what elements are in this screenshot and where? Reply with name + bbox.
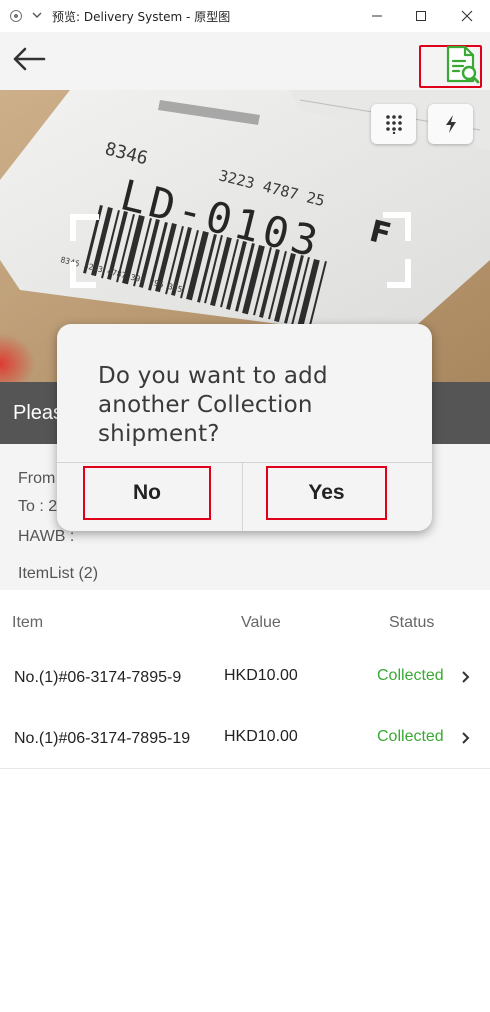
close-icon: [461, 10, 473, 22]
itemlist-label: ItemList (2): [18, 565, 99, 582]
row-status: Collected: [377, 667, 444, 684]
dialog-message: Do you want to add another Collection sh…: [98, 363, 328, 447]
window-radio-icon[interactable]: [10, 10, 22, 22]
row-item: No.(1)#06-3174-7895-9: [14, 669, 182, 686]
keypad-button[interactable]: [371, 104, 416, 144]
document-search-icon: [446, 45, 480, 84]
window-title: 预览: Delivery System - 原型图: [52, 10, 231, 24]
flash-button[interactable]: [428, 104, 473, 144]
chevron-down-icon[interactable]: [31, 8, 43, 22]
to-label: To : 2: [18, 498, 58, 515]
document-search-button[interactable]: [419, 45, 482, 88]
row-item: No.(1)#06-3174-7895-19: [14, 730, 191, 747]
keypad-icon: [385, 115, 402, 134]
table-row[interactable]: No.(1)#06-3174-7895-9 HKD10.00 Collected: [0, 644, 490, 708]
table-row[interactable]: No.(1)#06-3174-7895-19 HKD10.00 Collecte…: [0, 705, 490, 769]
window-titlebar: 预览: Delivery System - 原型图: [0, 0, 490, 32]
flash-icon: [445, 115, 456, 133]
no-button[interactable]: No: [83, 466, 211, 520]
chevron-right-icon[interactable]: [461, 731, 471, 745]
from-label: From: [18, 470, 56, 487]
column-header-item: Item: [12, 614, 44, 631]
column-header-status: Status: [389, 614, 435, 631]
app-header: [0, 32, 490, 90]
row-value: HKD10.00: [224, 728, 298, 745]
row-value: HKD10.00: [224, 667, 298, 684]
maximize-icon: [416, 11, 426, 21]
row-status: Collected: [377, 728, 444, 745]
dialog-button-divider: [242, 463, 243, 531]
chevron-right-icon[interactable]: [461, 670, 471, 684]
arrow-left-icon[interactable]: [10, 44, 48, 74]
table-header: Item Value Status: [0, 590, 490, 652]
minimize-button[interactable]: [354, 0, 400, 32]
banner-text: Pleas: [13, 402, 64, 424]
yes-button[interactable]: Yes: [266, 466, 387, 520]
maximize-button[interactable]: [398, 0, 444, 32]
confirm-dialog: Do you want to add another Collection sh…: [57, 324, 432, 531]
close-button[interactable]: [444, 0, 490, 32]
minimize-icon: [372, 15, 382, 17]
hawb-label: HAWB :: [18, 528, 75, 545]
dialog-divider: [57, 462, 432, 463]
column-header-value: Value: [241, 614, 281, 631]
